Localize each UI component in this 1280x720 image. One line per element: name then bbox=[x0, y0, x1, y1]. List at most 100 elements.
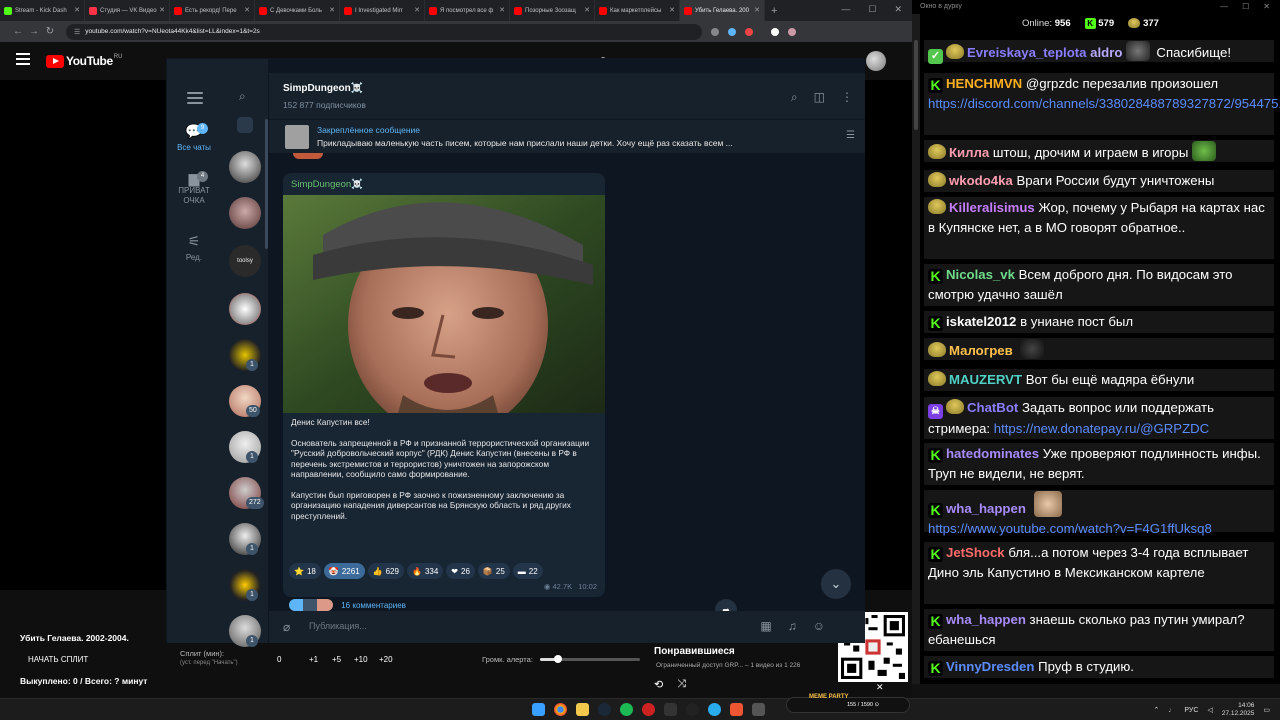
reaction-chip[interactable]: 📦 25 bbox=[477, 563, 510, 579]
bell-icon[interactable]: ♫ bbox=[788, 619, 797, 633]
browser-tab[interactable]: Позорные Зоозащ ✕ bbox=[510, 0, 595, 21]
pinned-list-icon[interactable]: ☰ bbox=[846, 130, 855, 141]
steam-icon[interactable] bbox=[598, 703, 611, 716]
tray-chevron-icon[interactable]: ⌃ bbox=[1154, 706, 1160, 714]
browser-tab[interactable]: Как маркетплейсы ✕ bbox=[595, 0, 680, 21]
browser-tab[interactable]: Студия — VK Видео ✕ bbox=[85, 0, 170, 21]
avatar[interactable] bbox=[866, 51, 886, 71]
minimize-icon[interactable]: — bbox=[841, 4, 850, 15]
browser-tab[interactable]: Stream - Kick Dash ✕ bbox=[0, 0, 85, 21]
browser-tab[interactable]: Убить Гелаева. 200 ✕ bbox=[680, 0, 765, 21]
chat-avatar[interactable] bbox=[229, 151, 261, 183]
tab-close-icon[interactable]: ✕ bbox=[329, 6, 335, 14]
extension-icon[interactable] bbox=[745, 27, 753, 36]
chat-avatar-toolsy[interactable]: toolsy bbox=[229, 245, 261, 277]
tab-close-icon[interactable]: ✕ bbox=[159, 6, 165, 14]
emoji-icon[interactable]: ☺ bbox=[813, 619, 825, 633]
chat-username[interactable]: wkodo4ka bbox=[949, 173, 1013, 188]
chat-username[interactable]: Килла bbox=[949, 145, 989, 160]
shuffle-icon[interactable]: ⤨ bbox=[677, 678, 686, 691]
app-icon[interactable] bbox=[730, 703, 743, 716]
pinned-message-bar[interactable]: Закреплённое сообщение Прикладываю мален… bbox=[269, 119, 865, 153]
compose-input[interactable]: Публикация... bbox=[309, 621, 367, 631]
chat-list-scrollbar[interactable] bbox=[265, 119, 268, 249]
maximize-icon[interactable]: ☐ bbox=[868, 4, 876, 15]
chat-avatar[interactable] bbox=[229, 293, 261, 325]
chat-username[interactable]: ChatBot bbox=[967, 400, 1018, 415]
schedule-icon[interactable]: ▦ bbox=[760, 619, 771, 633]
archive-icon[interactable] bbox=[237, 117, 253, 133]
folder-all-chats[interactable]: 💬 Все чаты 9 bbox=[167, 123, 221, 152]
folder-edit[interactable]: ⚟ Ред. bbox=[167, 233, 221, 262]
split-value-button[interactable]: 0 bbox=[277, 655, 281, 664]
telegram-icon[interactable] bbox=[708, 703, 721, 716]
site-info-icon[interactable]: ☰ bbox=[74, 28, 80, 36]
app-icon[interactable] bbox=[642, 703, 655, 716]
menu-icon[interactable] bbox=[16, 53, 30, 67]
chat-username[interactable]: iskatel2012 bbox=[946, 314, 1016, 329]
split-value-button[interactable]: +1 bbox=[309, 655, 318, 664]
chat-username[interactable]: wha_happen bbox=[946, 612, 1026, 627]
spotify-icon[interactable] bbox=[620, 703, 633, 716]
maximize-icon[interactable]: ☐ bbox=[1242, 2, 1249, 11]
reaction-chip[interactable]: 🤡 2261 bbox=[323, 563, 365, 579]
tab-close-icon[interactable]: ✕ bbox=[754, 6, 760, 14]
tab-close-icon[interactable]: ✕ bbox=[244, 6, 250, 14]
chat-avatar[interactable] bbox=[229, 197, 261, 229]
chat-username[interactable]: Killeralisimus bbox=[949, 200, 1035, 215]
tab-close-icon[interactable]: ✕ bbox=[499, 6, 505, 14]
browser-tab[interactable]: Есть рекорд! Пере ✕ bbox=[170, 0, 255, 21]
chat-link[interactable]: https://new.donatepay.ru/@GRPZDC bbox=[994, 421, 1209, 436]
extension-icon[interactable] bbox=[728, 27, 736, 36]
mic-icon[interactable]: ♩ bbox=[1168, 707, 1175, 714]
menu-icon[interactable] bbox=[187, 92, 203, 107]
chat-username[interactable]: HENCHMVN bbox=[946, 76, 1022, 91]
notifications-icon[interactable]: ▭ bbox=[1263, 706, 1270, 714]
forward-icon[interactable]: → bbox=[26, 26, 42, 37]
start-split-button[interactable]: НАЧАТЬ СПЛИТ bbox=[28, 655, 88, 664]
app-icon[interactable] bbox=[752, 703, 765, 716]
more-icon[interactable]: ⋮ bbox=[841, 90, 853, 105]
search-icon[interactable]: ⌕ bbox=[239, 89, 246, 104]
windows-start-icon[interactable] bbox=[532, 703, 545, 716]
profile-avatar[interactable] bbox=[788, 27, 796, 36]
close-icon[interactable]: ✕ bbox=[876, 682, 884, 693]
reaction-chip[interactable]: ❤ 26 bbox=[446, 563, 475, 579]
back-icon[interactable]: ← bbox=[10, 26, 26, 37]
url-input[interactable]: ☰ youtube.com/watch?v=NUeota44Kk4&list=L… bbox=[66, 23, 702, 40]
tab-close-icon[interactable]: ✕ bbox=[74, 6, 80, 14]
browser-tab[interactable]: С Девочками Боль ✕ bbox=[255, 0, 340, 21]
browser-tab[interactable]: Я посмотрел все ф ✕ bbox=[425, 0, 510, 21]
chrome-icon[interactable] bbox=[554, 703, 567, 716]
alert-volume-slider[interactable] bbox=[540, 655, 640, 663]
chat-username[interactable]: Малогрев bbox=[949, 343, 1013, 358]
tab-close-icon[interactable]: ✕ bbox=[669, 6, 675, 14]
chat-link[interactable]: https://www.youtube.com/watch?v=F4G1ffUk… bbox=[928, 519, 1270, 539]
reaction-chip[interactable]: 🔥 334 bbox=[406, 563, 444, 579]
scroll-down-button[interactable]: ⌄ bbox=[821, 569, 851, 599]
tab-close-icon[interactable]: ✕ bbox=[584, 6, 590, 14]
new-tab-button[interactable]: + bbox=[771, 5, 777, 17]
alert-volume-knob[interactable] bbox=[554, 655, 562, 663]
language-indicator[interactable]: РУС bbox=[1184, 707, 1198, 714]
chat-username[interactable]: MAUZERVT bbox=[949, 372, 1022, 387]
chat-link[interactable]: https://discord.com/channels/33802848878… bbox=[928, 94, 1280, 114]
channel-header[interactable]: SimpDungeon☠️ 152 877 подписчиков ⌕ ◫ ⋮ bbox=[269, 73, 865, 119]
chat-scrollbar[interactable] bbox=[914, 40, 918, 130]
browser-tab[interactable]: I Investigated Mirr ✕ bbox=[340, 0, 425, 21]
minimize-icon[interactable]: — bbox=[1220, 2, 1228, 11]
post-photo[interactable] bbox=[283, 195, 605, 413]
sidebar-toggle-icon[interactable]: ◫ bbox=[814, 90, 825, 105]
split-value-button[interactable]: +20 bbox=[379, 655, 393, 664]
youtube-logo[interactable]: YouTube RU bbox=[46, 54, 122, 68]
search-icon[interactable]: ⌕ bbox=[791, 90, 798, 105]
obs-icon[interactable] bbox=[686, 703, 699, 716]
attach-icon[interactable]: ⌀ bbox=[283, 620, 290, 634]
chat-username[interactable]: Evreiskaya_teplota bbox=[967, 45, 1087, 60]
explorer-icon[interactable] bbox=[576, 703, 589, 716]
playlist-title[interactable]: Понравившиеся bbox=[654, 646, 735, 657]
split-value-button[interactable]: +5 bbox=[332, 655, 341, 664]
reload-icon[interactable]: ↻ bbox=[42, 26, 58, 37]
chat-username[interactable]: wha_happen bbox=[946, 501, 1026, 516]
chat-username[interactable]: Nicolas_vk bbox=[946, 267, 1015, 282]
